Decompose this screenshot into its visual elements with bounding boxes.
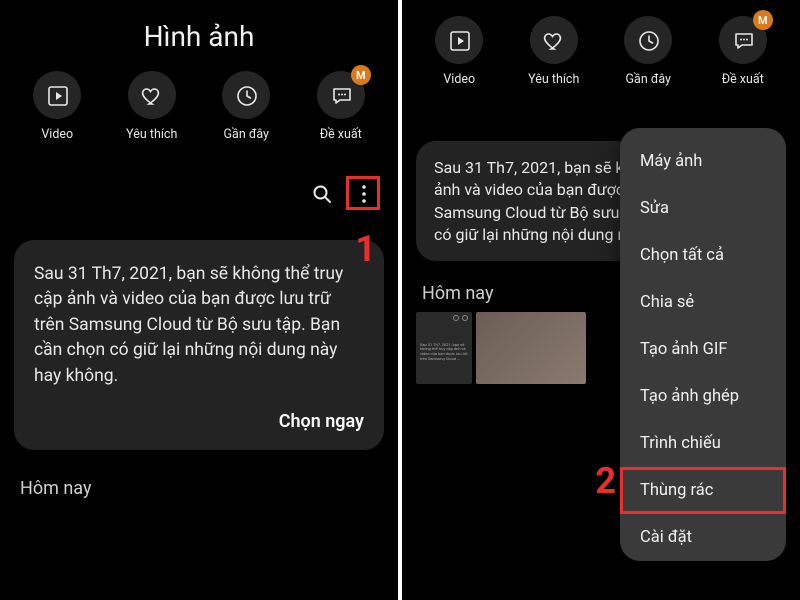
chat-icon	[732, 29, 754, 51]
toolbar	[0, 152, 398, 220]
category-video[interactable]: Video	[417, 16, 501, 87]
category-label: Yêu thích	[528, 72, 579, 87]
category-suggestions[interactable]: M Đề xuất	[701, 16, 785, 87]
notice-text: Sau 31 Th7, 2021, bạn sẽ không thể truy …	[34, 262, 364, 389]
category-suggestions[interactable]: M Đề xuất	[299, 71, 383, 142]
category-label: Đề xuất	[722, 72, 764, 87]
clock-icon	[637, 29, 659, 51]
category-recent[interactable]: Gần đây	[606, 16, 690, 87]
menu-item-settings[interactable]: Cài đặt	[620, 514, 786, 551]
search-icon	[310, 182, 332, 204]
menu-item-share[interactable]: Chia sẻ	[620, 279, 786, 326]
menu-item-camera[interactable]: Máy ảnh	[620, 138, 786, 185]
menu-item-select-all[interactable]: Chọn tất cả	[620, 232, 786, 279]
play-icon	[448, 29, 470, 51]
clock-icon	[235, 84, 257, 106]
category-label: Video	[443, 72, 475, 87]
notice-action-button[interactable]: Chọn ngay	[34, 411, 364, 432]
annotation-step-2: 2	[595, 460, 616, 502]
category-favorites[interactable]: Yêu thích	[512, 16, 596, 87]
category-row: Video Yêu thích Gần đây M Đề xuất	[402, 0, 800, 97]
thumbnail-item[interactable]	[476, 312, 586, 384]
category-label: Gần đây	[224, 127, 269, 142]
more-vertical-icon	[352, 182, 374, 204]
category-label: Gần đây	[626, 72, 671, 87]
menu-item-slideshow[interactable]: Trình chiếu	[620, 420, 786, 467]
category-recent[interactable]: Gần đây	[204, 71, 288, 142]
category-label: Video	[41, 127, 73, 142]
play-icon	[46, 84, 68, 106]
menu-item-edit[interactable]: Sửa	[620, 185, 786, 232]
menu-item-trash[interactable]: Thùng rác	[620, 467, 786, 514]
category-video[interactable]: Video	[15, 71, 99, 142]
overflow-menu: Máy ảnh Sửa Chọn tất cả Chia sẻ Tạo ảnh …	[620, 128, 786, 561]
heart-icon	[543, 29, 565, 51]
screen-right: Video Yêu thích Gần đây M Đề xuất Sau 31…	[402, 0, 800, 600]
category-label: Yêu thích	[126, 127, 177, 142]
menu-item-create-collage[interactable]: Tạo ảnh ghép	[620, 373, 786, 420]
screen-left: Hình ảnh Video Yêu thích Gần đây M Đề xu…	[0, 0, 398, 600]
heart-icon	[141, 84, 163, 106]
more-options-button[interactable]	[346, 176, 380, 210]
chat-icon	[330, 84, 352, 106]
category-label: Đề xuất	[320, 127, 362, 142]
badge-new: M	[351, 65, 371, 85]
annotation-step-1: 1	[355, 228, 376, 270]
cloud-notice-card: Sau 31 Th7, 2021, bạn sẽ không thể truy …	[14, 240, 384, 450]
section-today: Hôm nay	[0, 450, 398, 503]
badge-new: M	[753, 10, 773, 30]
category-favorites[interactable]: Yêu thích	[110, 71, 194, 142]
menu-item-create-gif[interactable]: Tạo ảnh GIF	[620, 326, 786, 373]
search-button[interactable]	[304, 176, 338, 210]
category-row: Video Yêu thích Gần đây M Đề xuất	[0, 71, 398, 152]
thumbnail-item[interactable]: Sau 31 Th7, 2021, bạn sẽ không thể truy …	[416, 312, 472, 384]
page-title: Hình ảnh	[0, 0, 398, 71]
